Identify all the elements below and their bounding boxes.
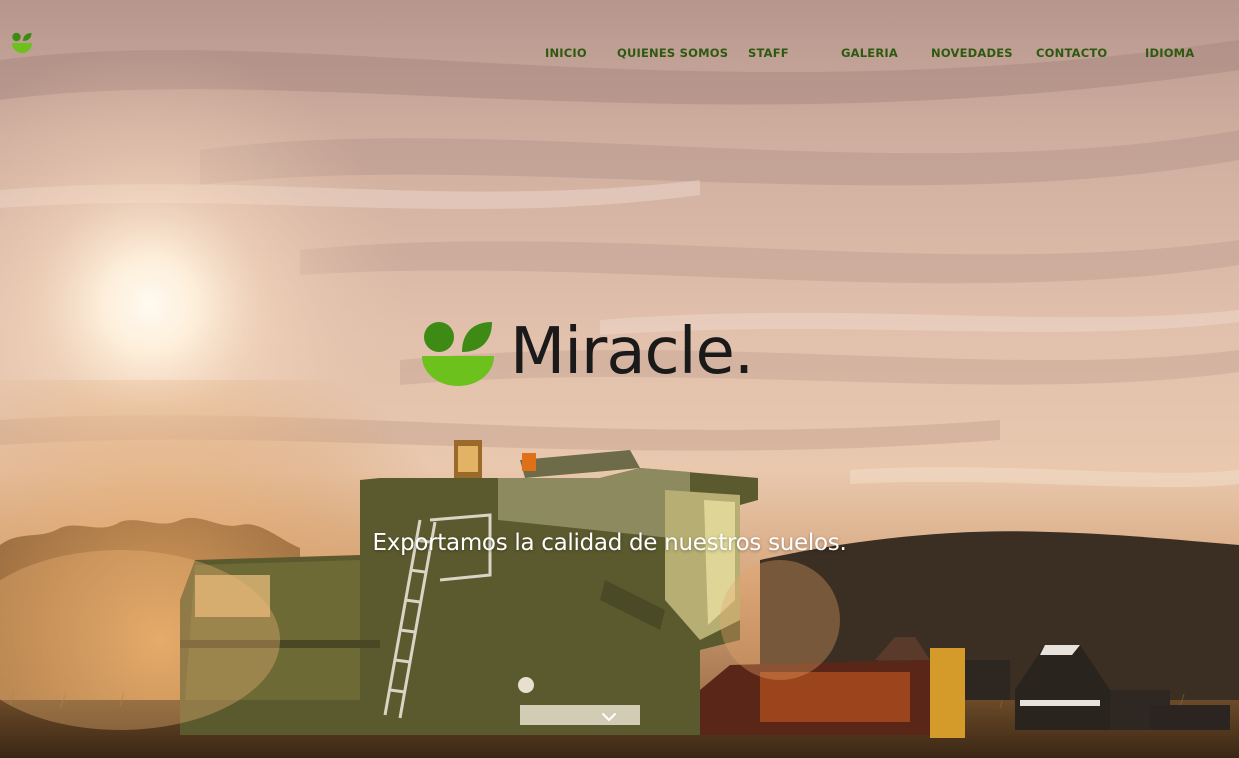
brand-lockup: Miracle. — [422, 315, 802, 389]
nav-item-novedades[interactable]: NOVEDADES — [931, 46, 1013, 60]
hero-tagline: Exportamos la calidad de nuestros suelos… — [372, 530, 847, 556]
hero-section: INICIO QUIENES SOMOS STAFF GALERIA NOVED… — [0, 0, 1239, 758]
nav-item-contacto[interactable]: CONTACTO — [1036, 46, 1107, 60]
nav-item-quienes-somos[interactable]: QUIENES SOMOS — [617, 46, 728, 60]
miracle-logo-icon — [422, 322, 494, 386]
chevron-down-icon[interactable] — [599, 709, 619, 725]
nav-item-galeria[interactable]: GALERIA — [841, 46, 898, 60]
nav-item-idioma[interactable]: IDIOMA — [1145, 46, 1194, 60]
brand-wordmark: Miracle. — [510, 315, 754, 389]
main-nav: INICIO QUIENES SOMOS STAFF GALERIA NOVED… — [0, 0, 1239, 60]
nav-item-staff[interactable]: STAFF — [748, 46, 789, 60]
nav-item-inicio[interactable]: INICIO — [545, 46, 587, 60]
